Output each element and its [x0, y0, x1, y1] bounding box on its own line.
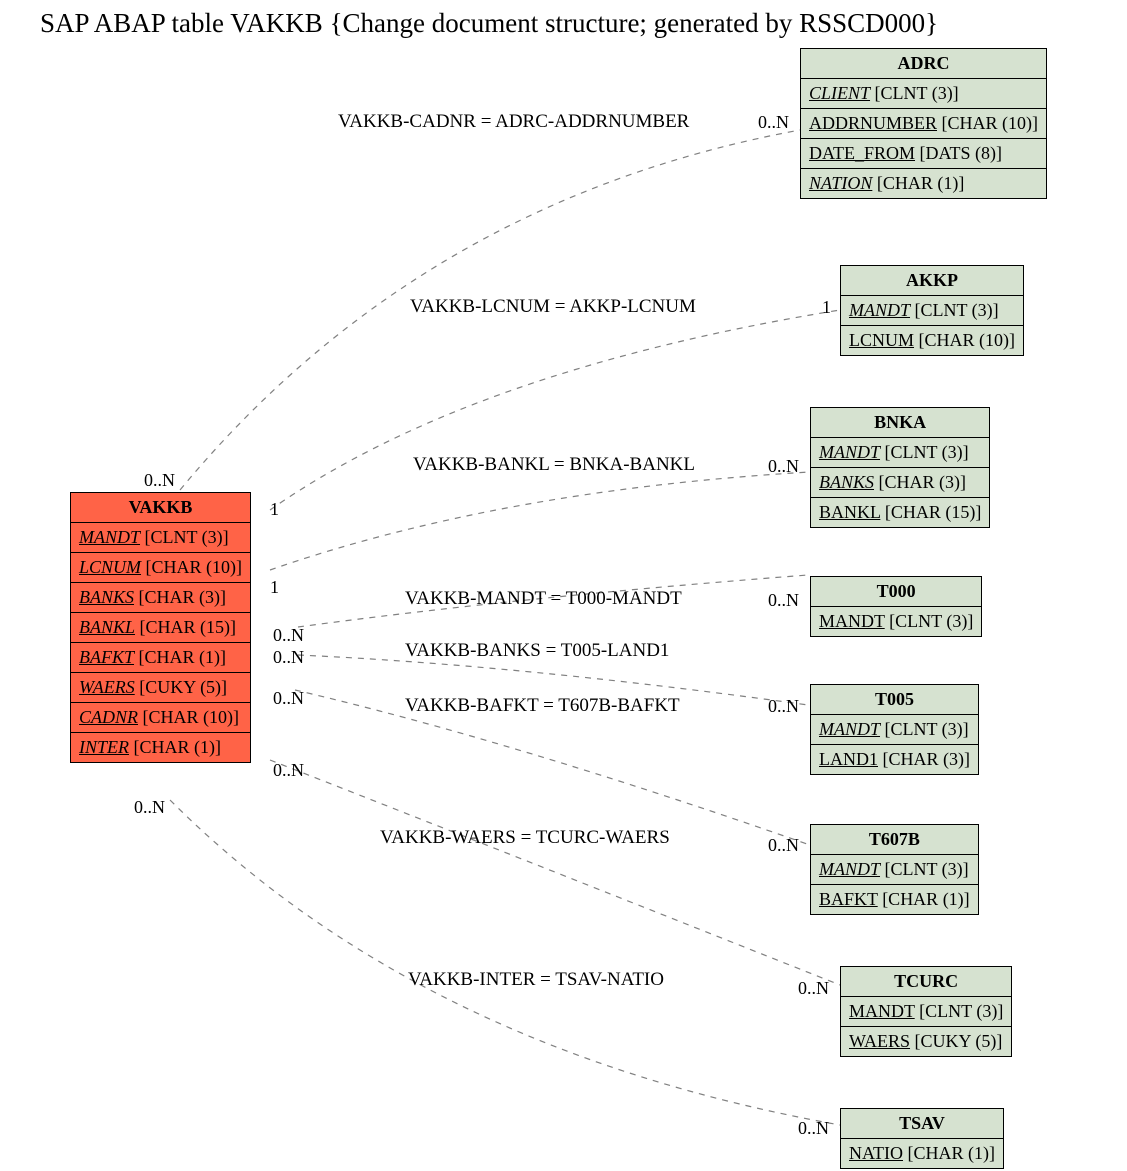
entity-bnka: BNKA MANDT [CLNT (3)] BANKS [CHAR (3)] B…	[810, 407, 990, 528]
cardinality-label: 1	[822, 297, 831, 318]
entity-header: TCURC	[841, 967, 1012, 997]
entity-header: T000	[811, 577, 982, 607]
cardinality-label: 0..N	[273, 647, 304, 668]
cardinality-label: 1	[270, 499, 279, 520]
entity-field: ADDRNUMBER [CHAR (10)]	[801, 109, 1047, 139]
cardinality-label: 0..N	[768, 835, 799, 856]
entity-header: T607B	[811, 825, 979, 855]
entity-field: LCNUM [CHAR (10)]	[841, 326, 1024, 356]
entity-field: BANKL [CHAR (15)]	[811, 498, 990, 528]
cardinality-label: 0..N	[273, 760, 304, 781]
entity-field: WAERS [CUKY (5)]	[841, 1027, 1012, 1057]
entity-field: WAERS [CUKY (5)]	[71, 673, 251, 703]
entity-field: MANDT [CLNT (3)]	[841, 296, 1024, 326]
entity-field: MANDT [CLNT (3)]	[841, 997, 1012, 1027]
entity-tcurc: TCURC MANDT [CLNT (3)] WAERS [CUKY (5)]	[840, 966, 1012, 1057]
page-title: SAP ABAP table VAKKB {Change document st…	[40, 8, 938, 39]
entity-field: LAND1 [CHAR (3)]	[811, 745, 979, 775]
entity-akkp: AKKP MANDT [CLNT (3)] LCNUM [CHAR (10)]	[840, 265, 1024, 356]
cardinality-label: 0..N	[758, 112, 789, 133]
entity-field: NATION [CHAR (1)]	[801, 169, 1047, 199]
cardinality-label: 0..N	[798, 978, 829, 999]
entity-field: MANDT [CLNT (3)]	[811, 855, 979, 885]
cardinality-label: 0..N	[144, 470, 175, 491]
relation-label: VAKKB-MANDT = T000-MANDT	[405, 588, 682, 610]
entity-tsav: TSAV NATIO [CHAR (1)]	[840, 1108, 1004, 1169]
entity-field: DATE_FROM [DATS (8)]	[801, 139, 1047, 169]
cardinality-label: 0..N	[768, 590, 799, 611]
entity-field: MANDT [CLNT (3)]	[71, 523, 251, 553]
entity-field: NATIO [CHAR (1)]	[841, 1139, 1004, 1169]
cardinality-label: 1	[270, 577, 279, 598]
entity-field: CADNR [CHAR (10)]	[71, 703, 251, 733]
relation-label: VAKKB-BAFKT = T607B-BAFKT	[405, 695, 680, 717]
relation-label: VAKKB-WAERS = TCURC-WAERS	[380, 827, 670, 849]
entity-header: ADRC	[801, 49, 1047, 79]
entity-field: BANKS [CHAR (3)]	[811, 468, 990, 498]
cardinality-label: 0..N	[798, 1118, 829, 1139]
entity-header: VAKKB	[71, 493, 251, 523]
cardinality-label: 0..N	[273, 688, 304, 709]
relation-label: VAKKB-BANKL = BNKA-BANKL	[413, 454, 695, 476]
entity-field: INTER [CHAR (1)]	[71, 733, 251, 763]
cardinality-label: 0..N	[273, 625, 304, 646]
relation-label: VAKKB-CADNR = ADRC-ADDRNUMBER	[338, 111, 689, 133]
entity-vakkb: VAKKB MANDT [CLNT (3)] LCNUM [CHAR (10)]…	[70, 492, 251, 763]
entity-field: BANKL [CHAR (15)]	[71, 613, 251, 643]
entity-field: BAFKT [CHAR (1)]	[71, 643, 251, 673]
cardinality-label: 0..N	[134, 797, 165, 818]
entity-field: CLIENT [CLNT (3)]	[801, 79, 1047, 109]
relation-label: VAKKB-LCNUM = AKKP-LCNUM	[410, 296, 696, 318]
relation-label: VAKKB-BANKS = T005-LAND1	[405, 640, 669, 662]
relation-label: VAKKB-INTER = TSAV-NATIO	[408, 969, 664, 991]
entity-field: BANKS [CHAR (3)]	[71, 583, 251, 613]
entity-header: TSAV	[841, 1109, 1004, 1139]
entity-t000: T000 MANDT [CLNT (3)]	[810, 576, 982, 637]
entity-field: MANDT [CLNT (3)]	[811, 438, 990, 468]
entity-field: MANDT [CLNT (3)]	[811, 715, 979, 745]
entity-field: LCNUM [CHAR (10)]	[71, 553, 251, 583]
entity-t005: T005 MANDT [CLNT (3)] LAND1 [CHAR (3)]	[810, 684, 979, 775]
entity-header: AKKP	[841, 266, 1024, 296]
cardinality-label: 0..N	[768, 696, 799, 717]
entity-t607b: T607B MANDT [CLNT (3)] BAFKT [CHAR (1)]	[810, 824, 979, 915]
entity-adrc: ADRC CLIENT [CLNT (3)] ADDRNUMBER [CHAR …	[800, 48, 1047, 199]
entity-header: BNKA	[811, 408, 990, 438]
entity-field: MANDT [CLNT (3)]	[811, 607, 982, 637]
entity-header: T005	[811, 685, 979, 715]
entity-field: BAFKT [CHAR (1)]	[811, 885, 979, 915]
cardinality-label: 0..N	[768, 456, 799, 477]
